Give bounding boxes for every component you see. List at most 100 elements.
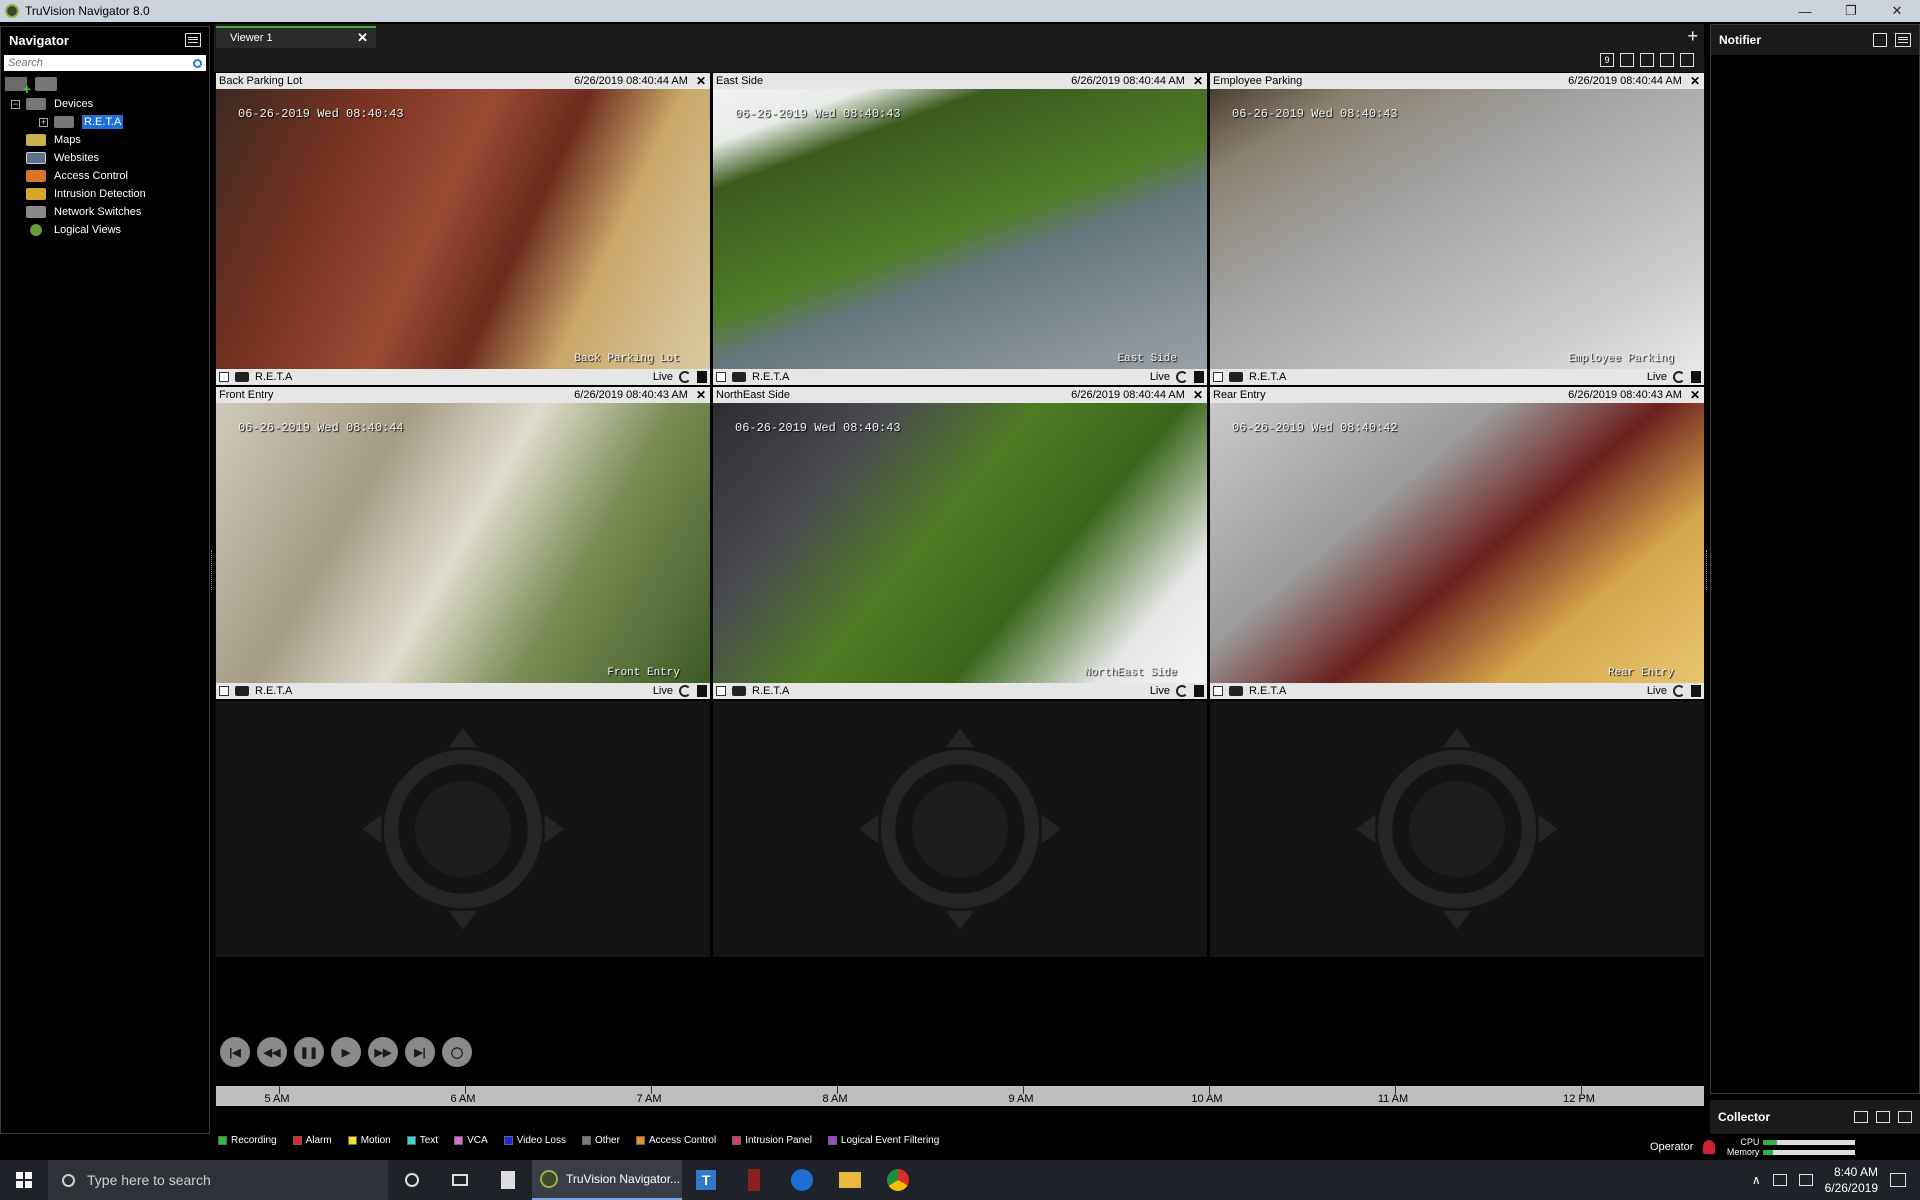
close-tile-icon[interactable]: ✕ <box>1193 388 1203 402</box>
expand-icon[interactable]: + <box>39 117 48 127</box>
bookmark-icon[interactable] <box>697 371 707 383</box>
navigator-menu-icon[interactable] <box>185 33 201 47</box>
instant-replay-icon[interactable] <box>1176 685 1188 697</box>
close-tile-icon[interactable]: ✕ <box>696 74 706 88</box>
tab-viewer-1[interactable]: Viewer 1 ✕ <box>216 26 376 48</box>
task-view-button[interactable] <box>436 1160 484 1200</box>
timeline-ruler[interactable]: 5 AM 6 AM 7 AM 8 AM 9 AM 10 AM 11 AM 12 … <box>216 1086 1704 1106</box>
truvision-tool-taskbar-item[interactable]: T <box>682 1160 730 1200</box>
windows-start-button[interactable] <box>0 1160 48 1200</box>
tree-item-access-control[interactable]: Access Control <box>11 167 209 185</box>
camera-icon <box>235 686 249 696</box>
taskbar-search-box[interactable]: Type here to search <box>48 1160 388 1200</box>
system-clock[interactable]: 8:40 AM 6/26/2019 <box>1825 1164 1878 1196</box>
empty-tile[interactable] <box>713 701 1207 957</box>
select-checkbox[interactable] <box>716 686 726 696</box>
video-stream[interactable]: 06-26-2019 Wed 08:40:43 Back Parking Lot <box>216 89 710 369</box>
minimize-button[interactable]: — <box>1782 0 1828 22</box>
file-explorer-taskbar-item[interactable] <box>826 1160 874 1200</box>
video-stream[interactable]: 06-26-2019 Wed 08:40:42 Rear Entry <box>1210 403 1704 683</box>
battery-icon[interactable] <box>1798 1174 1813 1186</box>
close-tile-icon[interactable]: ✕ <box>1690 388 1700 402</box>
close-tile-icon[interactable]: ✕ <box>696 388 706 402</box>
bookmark-icon[interactable] <box>1691 685 1701 697</box>
close-all-icon[interactable] <box>1680 53 1694 67</box>
camera-tile[interactable]: Back Parking Lot 6/26/2019 08:40:44 AM ✕ 0… <box>216 73 710 385</box>
instant-replay-icon[interactable] <box>679 685 691 697</box>
restore-button[interactable]: ❐ <box>1828 0 1874 22</box>
select-checkbox[interactable] <box>219 686 229 696</box>
wifi-icon[interactable] <box>1772 1174 1787 1186</box>
close-tile-icon[interactable]: ✕ <box>1690 74 1700 88</box>
bookmark-icon[interactable] <box>1194 685 1204 697</box>
layout-9-button[interactable]: 9 <box>1600 53 1614 67</box>
folder-icon[interactable] <box>35 77 57 91</box>
empty-tile[interactable] <box>1210 701 1704 957</box>
skip-to-end-button[interactable]: ▶| <box>405 1037 435 1067</box>
tree-item-devices[interactable]: − Devices <box>11 95 209 113</box>
camera-tile[interactable]: Front Entry 6/26/2019 08:40:43 AM ✕ 06-26-… <box>216 387 710 699</box>
device-name: R.E.T.A <box>1249 685 1287 697</box>
select-checkbox[interactable] <box>716 372 726 382</box>
chrome-taskbar-item[interactable] <box>874 1160 922 1200</box>
bookmark-icon[interactable] <box>1194 371 1204 383</box>
instant-replay-icon[interactable] <box>1176 371 1188 383</box>
osd-camera-name: Back Parking Lot <box>574 353 680 365</box>
filter-icon[interactable] <box>1873 33 1887 47</box>
export-icon[interactable] <box>1876 1111 1890 1123</box>
camera-tile[interactable]: Employee Parking 6/26/2019 08:40:44 AM ✕ 0… <box>1210 73 1704 385</box>
empty-tile[interactable] <box>216 701 710 957</box>
camera-timestamp: 6/26/2019 08:40:44 AM <box>574 75 688 87</box>
close-window-button[interactable]: ✕ <box>1874 0 1920 22</box>
action-center-icon[interactable] <box>1890 1173 1906 1187</box>
bookmark-icon[interactable] <box>1691 371 1701 383</box>
close-tab-icon[interactable]: ✕ <box>357 30 368 46</box>
camera-tile[interactable]: NorthEast Side 6/26/2019 08:40:44 AM ✕ 06-… <box>713 387 1207 699</box>
instant-replay-icon[interactable] <box>1673 685 1685 697</box>
red-app-taskbar-item[interactable] <box>730 1160 778 1200</box>
rewind-button[interactable]: ◀◀ <box>257 1037 287 1067</box>
record-button[interactable]: ◯ <box>442 1037 472 1067</box>
tree-item-reta[interactable]: + R.E.T.A <box>11 113 209 131</box>
tree-item-intrusion-detection[interactable]: Intrusion Detection <box>11 185 209 203</box>
tree-item-websites[interactable]: Websites <box>11 149 209 167</box>
pause-button[interactable]: ❚❚ <box>294 1037 324 1067</box>
video-stream[interactable]: 06-26-2019 Wed 08:40:43 East Side <box>713 89 1207 369</box>
add-device-icon[interactable] <box>5 77 31 97</box>
chevron-up-icon[interactable]: ∧ <box>1752 1173 1761 1187</box>
cortana-button[interactable] <box>388 1160 436 1200</box>
select-checkbox[interactable] <box>1213 686 1223 696</box>
instant-replay-icon[interactable] <box>1673 371 1685 383</box>
instant-replay-icon[interactable] <box>679 371 691 383</box>
close-tile-icon[interactable]: ✕ <box>1193 74 1203 88</box>
select-checkbox[interactable] <box>219 372 229 382</box>
tree-item-logical-views[interactable]: Logical Views <box>11 221 209 239</box>
trash-icon[interactable] <box>1898 1111 1912 1123</box>
calculator-taskbar-item[interactable] <box>484 1160 532 1200</box>
teamviewer-taskbar-item[interactable] <box>778 1160 826 1200</box>
tree-item-maps[interactable]: Maps <box>11 131 209 149</box>
bookmark-icon[interactable] <box>697 685 707 697</box>
fast-forward-button[interactable]: ▶▶ <box>368 1037 398 1067</box>
video-stream[interactable]: 06-26-2019 Wed 08:40:43 NorthEast Side <box>713 403 1207 683</box>
lock-icon[interactable] <box>1620 53 1634 67</box>
truvision-taskbar-item[interactable]: TruVision Navigator... <box>532 1160 682 1200</box>
new-viewer-tab-button[interactable]: + <box>1687 26 1698 47</box>
osd-camera-name: East Side <box>1117 353 1177 365</box>
skip-to-start-button[interactable]: |◀ <box>220 1037 250 1067</box>
search-icon[interactable] <box>193 58 202 68</box>
notifier-menu-icon[interactable] <box>1895 33 1911 47</box>
camera-tile[interactable]: East Side 6/26/2019 08:40:44 AM ✕ 06-26-20… <box>713 73 1207 385</box>
navigator-search-input[interactable] <box>8 57 178 69</box>
tree-item-network-switches[interactable]: Network Switches <box>11 203 209 221</box>
fullscreen-icon[interactable] <box>1660 53 1674 67</box>
select-checkbox[interactable] <box>1213 372 1223 382</box>
collapse-icon[interactable]: − <box>11 99 20 109</box>
video-stream[interactable]: 06-26-2019 Wed 08:40:44 Front Entry <box>216 403 710 683</box>
open-folder-icon[interactable] <box>1854 1111 1868 1123</box>
play-button[interactable]: ▶ <box>331 1037 361 1067</box>
video-stream[interactable]: 06-26-2019 Wed 08:40:43 Employee Parking <box>1210 89 1704 369</box>
check-icon[interactable] <box>1640 53 1654 67</box>
operator-icon[interactable] <box>1703 1140 1716 1154</box>
camera-tile[interactable]: Rear Entry 6/26/2019 08:40:43 AM ✕ 06-26-2… <box>1210 387 1704 699</box>
